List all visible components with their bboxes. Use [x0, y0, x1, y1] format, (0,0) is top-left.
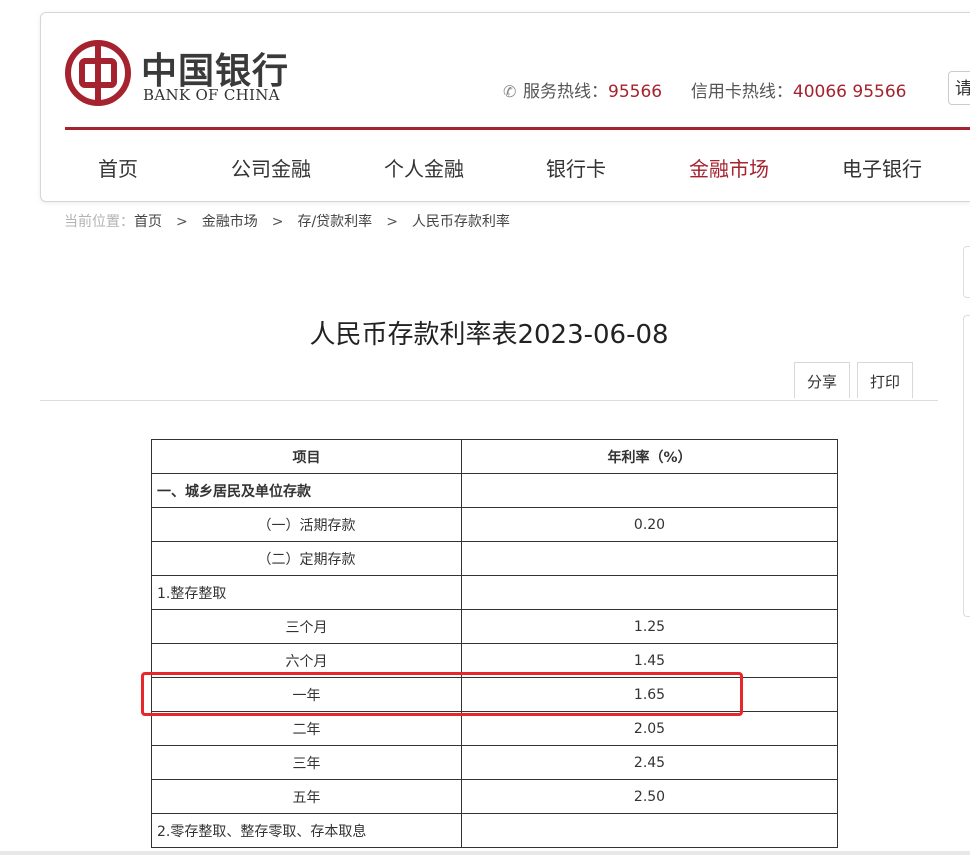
- breadcrumb-rates[interactable]: 存/贷款利率: [297, 214, 372, 230]
- side-float-tab[interactable]: [963, 246, 970, 298]
- main-nav: 首页 公司金融 个人金融 银行卡 金融市场 电子银行: [41, 131, 970, 201]
- table-header-row: 项目 年利率（%）: [151, 439, 838, 474]
- header-item: 项目: [151, 439, 462, 474]
- breadcrumb-financial-markets[interactable]: 金融市场: [202, 214, 258, 230]
- row-label: 五年: [151, 779, 462, 814]
- search-input[interactable]: 请: [948, 71, 970, 105]
- card-hotline-number: 40066 95566: [792, 82, 907, 102]
- table-row: 二年 2.05: [151, 711, 838, 746]
- logo-english-name: BANK OF CHINA: [143, 86, 280, 104]
- breadcrumb: 当前位置：首页 > 金融市场 > 存/贷款利率 > 人民币存款利率: [64, 211, 510, 231]
- breadcrumb-separator: >: [271, 214, 284, 230]
- row-rate: [461, 813, 838, 848]
- row-label: 一、城乡居民及单位存款: [151, 473, 462, 508]
- header-annual-rate: 年利率（%）: [461, 439, 838, 474]
- row-rate: [461, 541, 838, 576]
- row-rate: 2.45: [461, 745, 838, 780]
- site-header: 中国银行 BANK OF CHINA ✆ 服务热线：95566 信用卡热线：400…: [40, 12, 970, 202]
- row-rate: 0.20: [461, 507, 838, 542]
- service-hotline-label: 服务热线：: [523, 82, 608, 102]
- row-rate: [461, 575, 838, 610]
- row-label: 1.整存整取: [151, 575, 462, 610]
- table-row: 2.零存整取、整存零取、存本取息: [151, 813, 838, 848]
- breadcrumb-prefix: 当前位置：: [64, 214, 134, 230]
- service-hotline-number: 95566: [608, 82, 663, 102]
- table-row: （一）活期存款 0.20: [151, 507, 838, 542]
- row-label: （二）定期存款: [151, 541, 462, 576]
- nav-item-financial-markets[interactable]: 金融市场: [689, 153, 769, 182]
- table-row: 三个月 1.25: [151, 609, 838, 644]
- row-label: 三个月: [151, 609, 462, 644]
- table-row: 1.整存整取: [151, 575, 838, 610]
- breadcrumb-current: 人民币存款利率: [411, 214, 510, 230]
- bottom-scroll-bar: [0, 851, 970, 855]
- breadcrumb-separator: >: [176, 214, 188, 230]
- header-divider: [65, 127, 970, 130]
- row-rate: 2.05: [461, 711, 838, 746]
- breadcrumb-separator: >: [386, 214, 398, 230]
- print-button[interactable]: 打印: [857, 362, 913, 398]
- table-row: 一、城乡居民及单位存款: [151, 473, 838, 508]
- table-row: （二）定期存款: [151, 541, 838, 576]
- nav-item-home[interactable]: 首页: [98, 153, 138, 182]
- highlight-annotation-box: [141, 672, 743, 716]
- deposit-rates-table: 项目 年利率（%） 一、城乡居民及单位存款 （一）活期存款 0.20 （二）定期…: [151, 439, 838, 848]
- nav-item-cards[interactable]: 银行卡: [546, 153, 606, 182]
- row-label: 三年: [151, 745, 462, 780]
- breadcrumb-home[interactable]: 首页: [134, 214, 162, 230]
- page-title: 人民币存款利率表2023-06-08: [309, 320, 669, 350]
- side-float-panel[interactable]: [963, 315, 970, 617]
- share-button[interactable]: 分享: [794, 362, 850, 398]
- table-row: 三年 2.45: [151, 745, 838, 780]
- bank-emblem-icon: [65, 40, 131, 106]
- hotlines: ✆ 服务热线：95566 信用卡热线：40066 95566: [503, 77, 906, 102]
- nav-item-e-banking[interactable]: 电子银行: [842, 153, 922, 182]
- row-rate: [461, 473, 838, 508]
- table-row: 五年 2.50: [151, 779, 838, 814]
- row-label: 2.零存整取、整存零取、存本取息: [151, 813, 462, 848]
- phone-icon: ✆: [503, 82, 517, 101]
- row-rate: 1.25: [461, 609, 838, 644]
- nav-item-corporate[interactable]: 公司金融: [231, 153, 311, 182]
- nav-item-personal[interactable]: 个人金融: [384, 153, 464, 182]
- content-divider: [40, 400, 938, 401]
- bank-logo[interactable]: 中国银行 BANK OF CHINA: [65, 40, 295, 106]
- row-label: （一）活期存款: [151, 507, 462, 542]
- row-label: 二年: [151, 711, 462, 746]
- card-hotline-label: 信用卡热线：: [690, 82, 793, 102]
- row-rate: 2.50: [461, 779, 838, 814]
